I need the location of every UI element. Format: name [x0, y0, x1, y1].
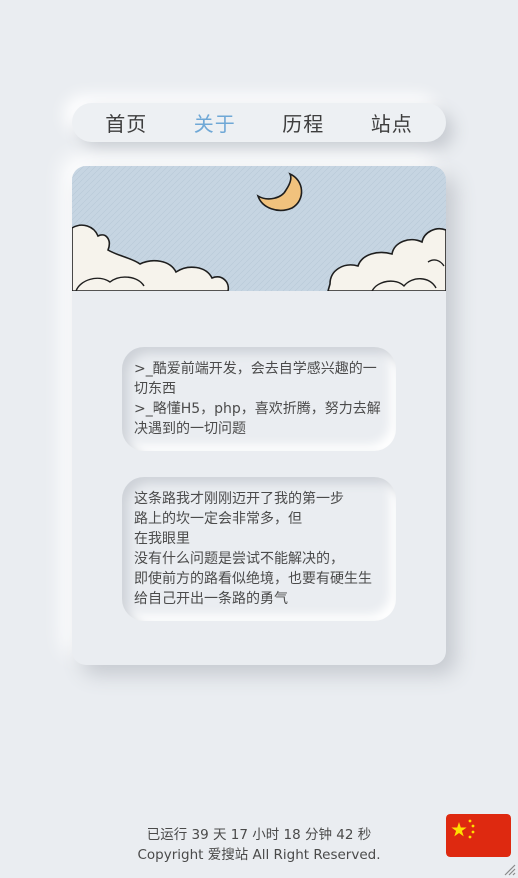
nav-item-history[interactable]: 历程 [282, 108, 324, 137]
nav-item-about[interactable]: 关于 [194, 108, 236, 137]
nav-item-home[interactable]: 首页 [105, 108, 147, 137]
copyright-text: Copyright 爱搜站 All Right Reserved. [137, 847, 381, 863]
sky-banner [72, 166, 446, 291]
motto-bubble: 这条路我才刚刚迈开了我的第一步 路上的坎一定会非常多，但 在我眼里 没有什么问题… [122, 477, 396, 621]
top-navigation: 首页 关于 历程 站点 [72, 103, 446, 142]
china-flag-icon[interactable] [446, 814, 511, 857]
motto-text: 这条路我才刚刚迈开了我的第一步 路上的坎一定会非常多，但 在我眼里 没有什么问题… [134, 491, 372, 607]
nav-item-sites[interactable]: 站点 [371, 108, 413, 137]
about-card: >_酷爱前端开发，会去自学感兴趣的一切东西 >_略懂H5，php，喜欢折腾，努力… [72, 166, 446, 665]
intro-bubble: >_酷爱前端开发，会去自学感兴趣的一切东西 >_略懂H5，php，喜欢折腾，努力… [122, 347, 396, 451]
intro-text: >_酷爱前端开发，会去自学感兴趣的一切东西 >_略懂H5，php，喜欢折腾，努力… [134, 361, 381, 437]
runtime-counter: 已运行 39 天 17 小时 18 分钟 42 秒 [146, 827, 372, 843]
resize-handle-icon[interactable] [502, 862, 516, 876]
